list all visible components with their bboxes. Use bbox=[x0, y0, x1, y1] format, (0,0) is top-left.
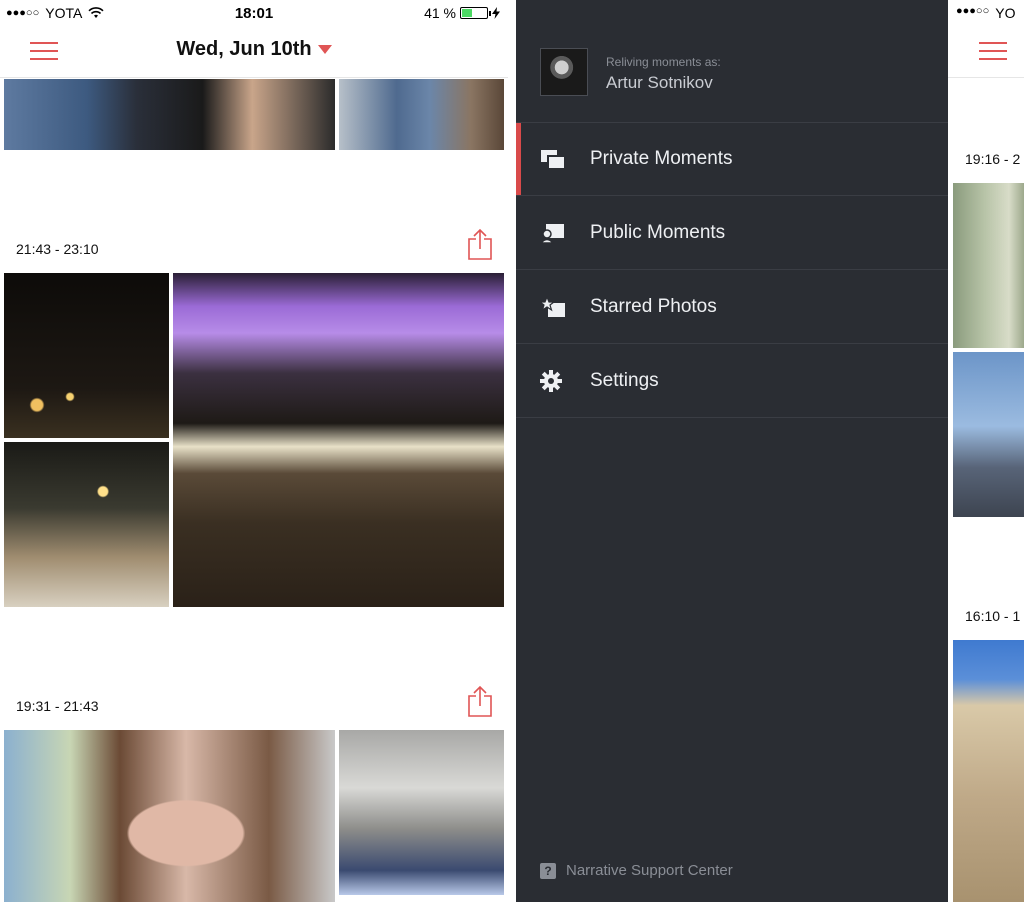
moments-screen: ●●●○○ YOTA 18:01 41 % Wed, Jun 10th 21:4… bbox=[0, 0, 508, 902]
menu-item-label: Private Moments bbox=[590, 148, 733, 169]
moment-photo[interactable] bbox=[953, 640, 1024, 902]
carrier-name: YO bbox=[995, 5, 1016, 21]
moment-photo[interactable] bbox=[953, 352, 1024, 517]
share-icon[interactable] bbox=[467, 228, 493, 260]
moment-photo[interactable] bbox=[339, 730, 504, 895]
public-photo-icon bbox=[540, 224, 564, 244]
battery-icon bbox=[460, 7, 491, 19]
menu-item-settings[interactable]: Settings bbox=[516, 345, 948, 418]
moment-photo[interactable] bbox=[4, 442, 169, 607]
relive-label: Reliving moments as: bbox=[606, 55, 721, 69]
menu-item-private-moments[interactable]: Private Moments bbox=[516, 123, 948, 196]
moment-time-range: 21:43 - 23:10 bbox=[16, 241, 99, 257]
menu-item-starred-photos[interactable]: Starred Photos bbox=[516, 271, 948, 344]
help-icon: ? bbox=[540, 862, 556, 879]
menu-item-label: Public Moments bbox=[590, 222, 726, 243]
side-drawer: Reliving moments as: Artur Sotnikov Priv… bbox=[516, 0, 948, 902]
menu-item-label: Settings bbox=[590, 370, 659, 391]
share-icon[interactable] bbox=[467, 685, 493, 717]
user-name: Artur Sotnikov bbox=[606, 73, 713, 92]
menu-item-label: Starred Photos bbox=[590, 296, 717, 317]
moment-time-range: 19:31 - 21:43 bbox=[16, 698, 99, 714]
moment-time-range: 19:16 - 2 bbox=[965, 151, 1021, 167]
moment-photo[interactable] bbox=[4, 79, 335, 150]
moment-photo[interactable] bbox=[173, 273, 504, 607]
moment-photo[interactable] bbox=[953, 183, 1024, 348]
moment-photo[interactable] bbox=[4, 273, 169, 438]
caret-down-icon bbox=[317, 45, 332, 55]
menu-hamburger-icon[interactable] bbox=[979, 42, 1007, 60]
menu-item-public-moments[interactable]: Public Moments bbox=[516, 197, 948, 270]
page-title: Wed, Jun 10th bbox=[176, 38, 312, 60]
battery-level bbox=[462, 9, 472, 17]
charging-bolt-icon bbox=[492, 7, 500, 19]
avatar bbox=[540, 48, 588, 96]
status-bar: ●●●○○ YOTA 18:01 41 % bbox=[0, 0, 508, 26]
active-indicator bbox=[516, 123, 521, 195]
top-nav-bar bbox=[948, 26, 1024, 78]
support-center-link[interactable]: ? Narrative Support Center bbox=[540, 862, 733, 879]
signal-strength: ●●●○○ bbox=[956, 5, 990, 17]
panel-divider bbox=[508, 0, 516, 902]
star-photo-icon bbox=[540, 296, 565, 317]
date-selector[interactable]: Wed, Jun 10th bbox=[0, 38, 508, 61]
top-nav-bar: Wed, Jun 10th bbox=[0, 26, 508, 78]
battery-percent: 41 % bbox=[424, 5, 456, 21]
peek-screen[interactable]: ●●●○○ YO 19:16 - 2 16:10 - 1 bbox=[948, 0, 1024, 902]
moment-photo[interactable] bbox=[339, 79, 504, 150]
gear-icon bbox=[540, 370, 562, 392]
support-center-label: Narrative Support Center bbox=[566, 862, 733, 879]
moment-time-range: 16:10 - 1 bbox=[965, 608, 1021, 624]
stacked-photos-icon bbox=[541, 150, 566, 170]
profile-header[interactable]: Reliving moments as: Artur Sotnikov bbox=[516, 0, 948, 123]
moment-photo[interactable] bbox=[4, 730, 335, 902]
